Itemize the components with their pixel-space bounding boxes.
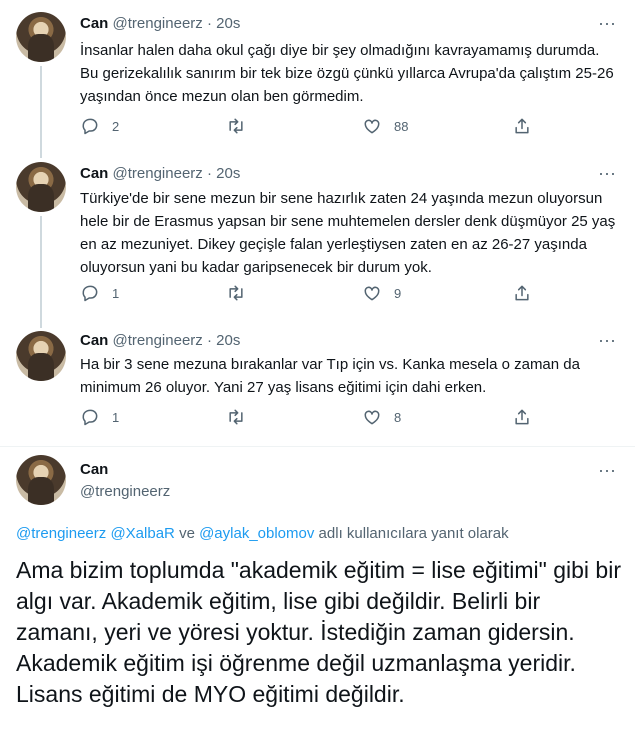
share-button[interactable] xyxy=(512,116,532,136)
mention-link[interactable]: @XalbaR xyxy=(110,525,174,542)
like-count: 9 xyxy=(394,285,402,301)
more-icon[interactable]: ··· xyxy=(597,164,617,188)
tweet-header: Can @trengineerz · 20s xyxy=(80,331,240,351)
divider xyxy=(0,446,635,447)
author-handle[interactable]: @trengineerz xyxy=(113,15,203,32)
timestamp[interactable]: 20s xyxy=(216,332,240,349)
retweet-button[interactable] xyxy=(226,407,246,427)
more-icon[interactable]: ··· xyxy=(597,461,617,485)
thread-line xyxy=(40,66,42,158)
share-icon xyxy=(515,285,529,301)
more-icon[interactable]: ··· xyxy=(597,331,617,355)
retweet-icon xyxy=(229,285,243,301)
reply-and: ve xyxy=(179,525,195,542)
timestamp[interactable]: 20s xyxy=(216,15,240,32)
like-icon xyxy=(364,410,380,425)
avatar[interactable] xyxy=(16,12,66,62)
mention-link[interactable]: @trengineerz xyxy=(16,525,106,542)
tweet[interactable]: Can @trengineerz · 20s ··· Ha bir 3 sene… xyxy=(0,320,635,446)
action-bar: 2 88 xyxy=(80,116,550,140)
retweet-button[interactable] xyxy=(226,116,246,136)
author-handle[interactable]: @trengineerz xyxy=(113,165,203,182)
tweet-header: Can @trengineerz · 20s xyxy=(80,14,240,34)
action-bar: 1 9 xyxy=(80,283,550,307)
reply-count: 1 xyxy=(112,409,120,425)
main-author-handle-row: @trengineerz xyxy=(80,482,170,502)
mention-link[interactable]: @aylak_oblomov xyxy=(199,525,314,542)
tweet-text: İnsanlar halen daha okul çağı diye bir ş… xyxy=(80,42,614,105)
avatar[interactable] xyxy=(16,162,66,212)
tweet-text: Ha bir 3 sene mezuna bırakanlar var Tıp … xyxy=(80,356,580,396)
like-button[interactable]: 8 xyxy=(362,407,401,427)
tweet-text: Türkiye'de bir sene mezun bir sene hazır… xyxy=(80,190,616,276)
more-icon[interactable]: ··· xyxy=(597,14,617,38)
author-name[interactable]: Can xyxy=(80,15,108,32)
reply-context: @trengineerz @XalbaR ve @aylak_oblomov a… xyxy=(16,524,509,544)
reply-icon xyxy=(82,285,98,302)
share-button[interactable] xyxy=(512,407,532,427)
reply-count: 1 xyxy=(112,285,120,301)
main-author-name: Can xyxy=(80,460,108,480)
reply-icon xyxy=(82,118,98,135)
avatar[interactable] xyxy=(16,331,66,381)
main-tweet-text: Ama bizim toplumda "akademik eğitim = li… xyxy=(16,557,621,707)
retweet-button[interactable] xyxy=(226,283,246,303)
author-name[interactable]: Can xyxy=(80,461,108,478)
separator: · xyxy=(206,165,212,182)
tweet-header: Can @trengineerz · 20s xyxy=(80,164,240,184)
like-icon xyxy=(364,119,380,134)
tweet[interactable]: Can @trengineerz · 20s ··· İnsanlar hale… xyxy=(0,0,635,158)
author-handle[interactable]: @trengineerz xyxy=(113,332,203,349)
like-count: 88 xyxy=(394,118,409,134)
like-icon xyxy=(364,286,380,301)
author-handle[interactable]: @trengineerz xyxy=(80,483,170,500)
author-name[interactable]: Can xyxy=(80,165,108,182)
reply-button[interactable]: 2 xyxy=(80,116,119,136)
thread-line xyxy=(40,216,42,328)
share-button[interactable] xyxy=(512,283,532,303)
separator: · xyxy=(206,332,212,349)
separator: · xyxy=(206,15,212,32)
like-count: 8 xyxy=(394,409,402,425)
share-icon xyxy=(515,118,529,134)
retweet-icon xyxy=(229,118,243,134)
reply-count: 2 xyxy=(112,118,120,134)
reply-button[interactable]: 1 xyxy=(80,407,119,427)
like-button[interactable]: 9 xyxy=(362,283,401,303)
avatar[interactable] xyxy=(16,455,66,505)
reply-button[interactable]: 1 xyxy=(80,283,119,303)
action-bar: 1 8 xyxy=(80,407,550,431)
timestamp[interactable]: 20s xyxy=(216,165,240,182)
retweet-icon xyxy=(229,409,243,425)
author-name[interactable]: Can xyxy=(80,332,108,349)
share-icon xyxy=(515,409,529,425)
reply-suffix: adlı kullanıcılara yanıt olarak xyxy=(318,525,509,542)
reply-icon xyxy=(82,409,98,426)
like-button[interactable]: 88 xyxy=(362,116,408,136)
tweet[interactable]: Can @trengineerz · 20s ··· Türkiye'de bi… xyxy=(0,152,635,328)
